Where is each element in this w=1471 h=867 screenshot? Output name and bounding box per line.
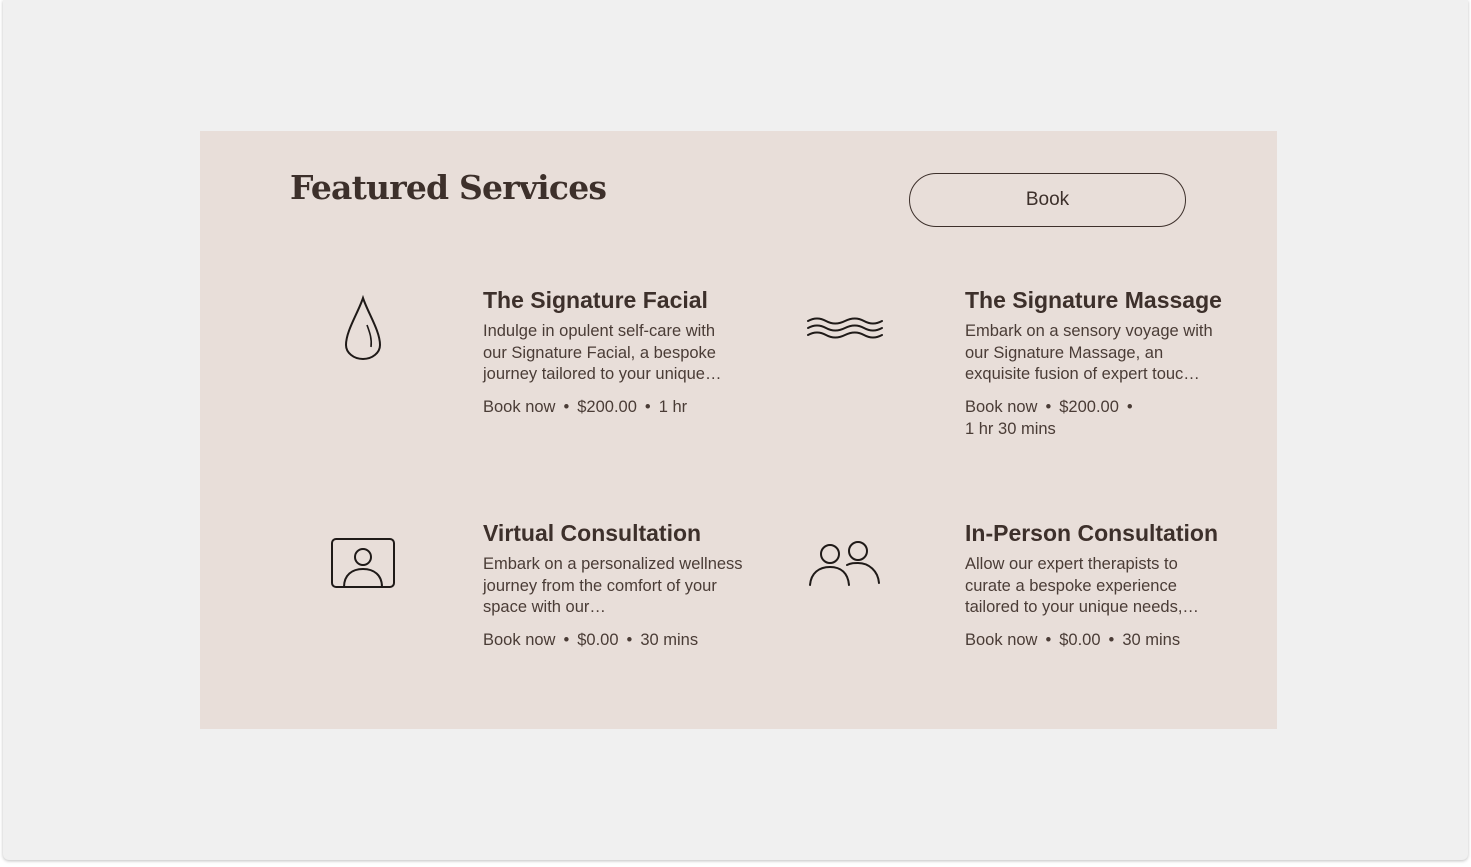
service-meta: Book now • $0.00 • 30 mins [483,629,743,651]
service-price: $0.00 [577,630,619,649]
people-icon [800,523,890,603]
service-duration: 30 mins [640,630,699,649]
separator-dot: • [1126,397,1133,416]
separator-dot: • [1045,397,1052,416]
service-meta: Book now • $0.00 • 30 mins [965,629,1225,651]
book-now-link[interactable]: Book now [483,398,555,416]
service-meta: Book now • $200.00 • 1 hr [483,396,743,418]
separator-dot: • [626,630,633,649]
service-meta: Book now • $200.00 • 1 hr 30 mins [965,396,1225,440]
service-description: Embark on a personalized wellness journe… [483,555,743,617]
service-description: Allow our expert therapists to curate a … [965,555,1199,617]
service-price: $0.00 [1059,630,1101,649]
page-background: Featured Services Book The Signature Fac… [3,0,1468,860]
droplet-icon [318,288,408,368]
service-title: The Signature Facial [483,287,708,313]
service-duration: 1 hr 30 mins [965,419,1056,438]
service-title: In-Person Consultation [965,520,1218,546]
separator-dot: • [1045,630,1052,649]
waves-icon [800,288,890,368]
book-now-link[interactable]: Book now [483,631,555,649]
separator-dot: • [644,397,651,416]
book-now-link[interactable]: Book now [965,398,1037,416]
service-title: The Signature Massage [965,287,1222,313]
service-duration: 1 hr [658,397,688,416]
service-description: Embark on a sensory voyage with our Sign… [965,322,1213,384]
service-title: Virtual Consultation [483,520,702,546]
separator-dot: • [1108,630,1115,649]
service-duration: 30 mins [1122,630,1181,649]
featured-services-section: Featured Services Book The Signature Fac… [200,131,1277,729]
service-price: $200.00 [577,397,637,416]
service-description: Indulge in opulent self-care with our Si… [483,322,722,384]
service-price: $200.00 [1059,397,1119,416]
section-title: Featured Services [290,168,607,207]
video-call-icon [318,523,408,603]
separator-dot: • [563,397,570,416]
separator-dot: • [563,630,570,649]
book-button[interactable]: Book [909,173,1186,227]
book-now-link[interactable]: Book now [965,631,1037,649]
